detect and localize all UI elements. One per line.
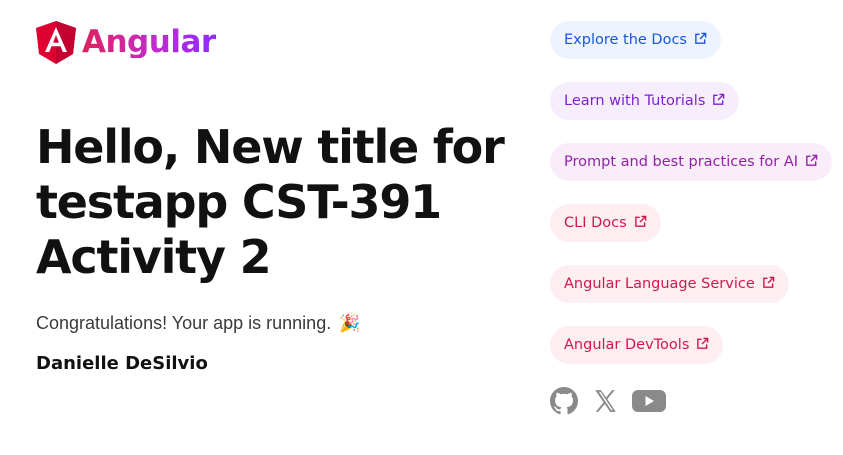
youtube-icon[interactable] [632,388,666,418]
party-popper-icon: 🎉 [339,313,361,333]
link-label: Learn with Tutorials [564,93,706,109]
hero-section: Angular Hello, New title for testapp CST… [36,20,506,374]
explore-docs-link[interactable]: Explore the Docs [550,21,721,59]
link-label: CLI Docs [564,215,627,231]
cli-docs-link[interactable]: CLI Docs [550,204,661,242]
external-link-icon [634,215,647,232]
external-link-icon [696,337,709,354]
status-text: Congratulations! Your app is running. [36,313,332,333]
devtools-link[interactable]: Angular DevTools [550,326,724,364]
social-links [550,387,832,419]
link-label: Explore the Docs [564,32,687,48]
external-link-icon [694,32,707,49]
brand-wordmark: Angular [82,23,216,60]
github-icon[interactable] [550,387,578,419]
link-list: Explore the Docs Learn with Tutorials Pr… [550,21,833,419]
status-message: Congratulations! Your app is running. 🎉 [36,313,506,334]
angular-shield-icon [36,20,76,64]
learn-tutorials-link[interactable]: Learn with Tutorials [550,82,740,120]
app-page: Angular Hello, New title for testapp CST… [0,0,843,455]
page-title: Hello, New title for testapp CST-391 Act… [36,120,505,284]
author-name: Danielle DeSilvio [36,353,208,374]
link-label: Angular Language Service [564,276,755,292]
link-label: Prompt and best practices for AI [564,154,799,170]
ai-best-practices-link[interactable]: Prompt and best practices for AI [550,143,833,181]
external-link-icon [762,276,775,293]
x-twitter-icon[interactable] [592,388,618,418]
external-link-icon [712,93,725,110]
link-label: Angular DevTools [564,337,690,353]
language-service-link[interactable]: Angular Language Service [550,265,789,303]
angular-logo[interactable]: Angular [36,20,506,64]
external-link-icon [805,154,818,171]
